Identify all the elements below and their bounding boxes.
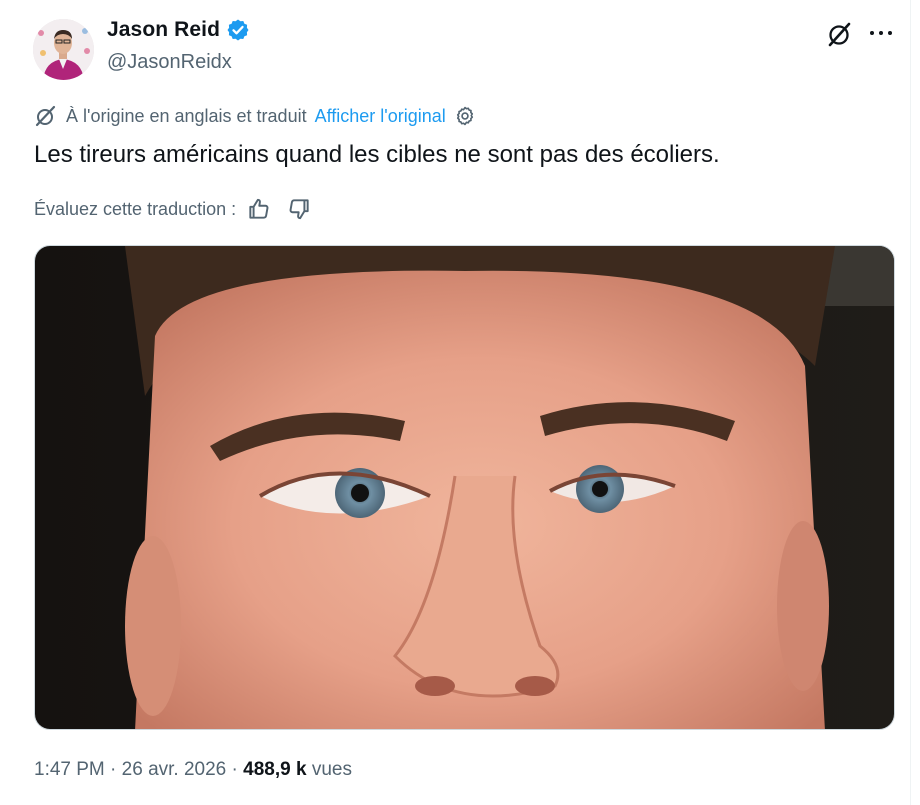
thumbs-up-icon[interactable] [246, 196, 272, 222]
rate-translation-label: Évaluez cette traduction : [34, 198, 237, 219]
tweet-detail: Jason Reid @JasonReidx À l'origine en an… [0, 0, 911, 805]
translation-notice-text: À l'origine en anglais et traduit [66, 105, 307, 126]
views-count: 488,9 k [243, 759, 307, 780]
author-name-row[interactable]: Jason Reid [107, 18, 250, 42]
tweet-date[interactable]: 26 avr. 2026 [122, 759, 227, 780]
rate-translation: Évaluez cette traduction : [34, 196, 312, 222]
tweet-media-image[interactable] [34, 245, 895, 730]
grok-icon[interactable] [826, 20, 854, 48]
views-label: vues [311, 759, 352, 780]
show-original-link[interactable]: Afficher l'original [315, 106, 446, 127]
meta-separator: · [104, 759, 122, 780]
tweet-text: Les tireurs américains quand les cibles … [34, 141, 720, 168]
thumbs-down-icon[interactable] [286, 196, 312, 222]
tweet-meta: 1:47 PM · 26 avr. 2026 · 488,9 k vues [34, 759, 352, 781]
meta-separator: · [226, 759, 244, 780]
author-handle[interactable]: @JasonReidx [107, 51, 232, 74]
translation-notice: À l'origine en anglais et traduit Affich… [34, 104, 476, 128]
avatar[interactable] [33, 19, 94, 80]
author-name[interactable]: Jason Reid [107, 18, 220, 42]
verified-badge-icon [227, 19, 249, 41]
gear-icon[interactable] [454, 105, 476, 127]
tweet-time[interactable]: 1:47 PM [34, 759, 105, 780]
more-icon[interactable] [866, 19, 896, 47]
grok-translate-icon [35, 105, 56, 127]
